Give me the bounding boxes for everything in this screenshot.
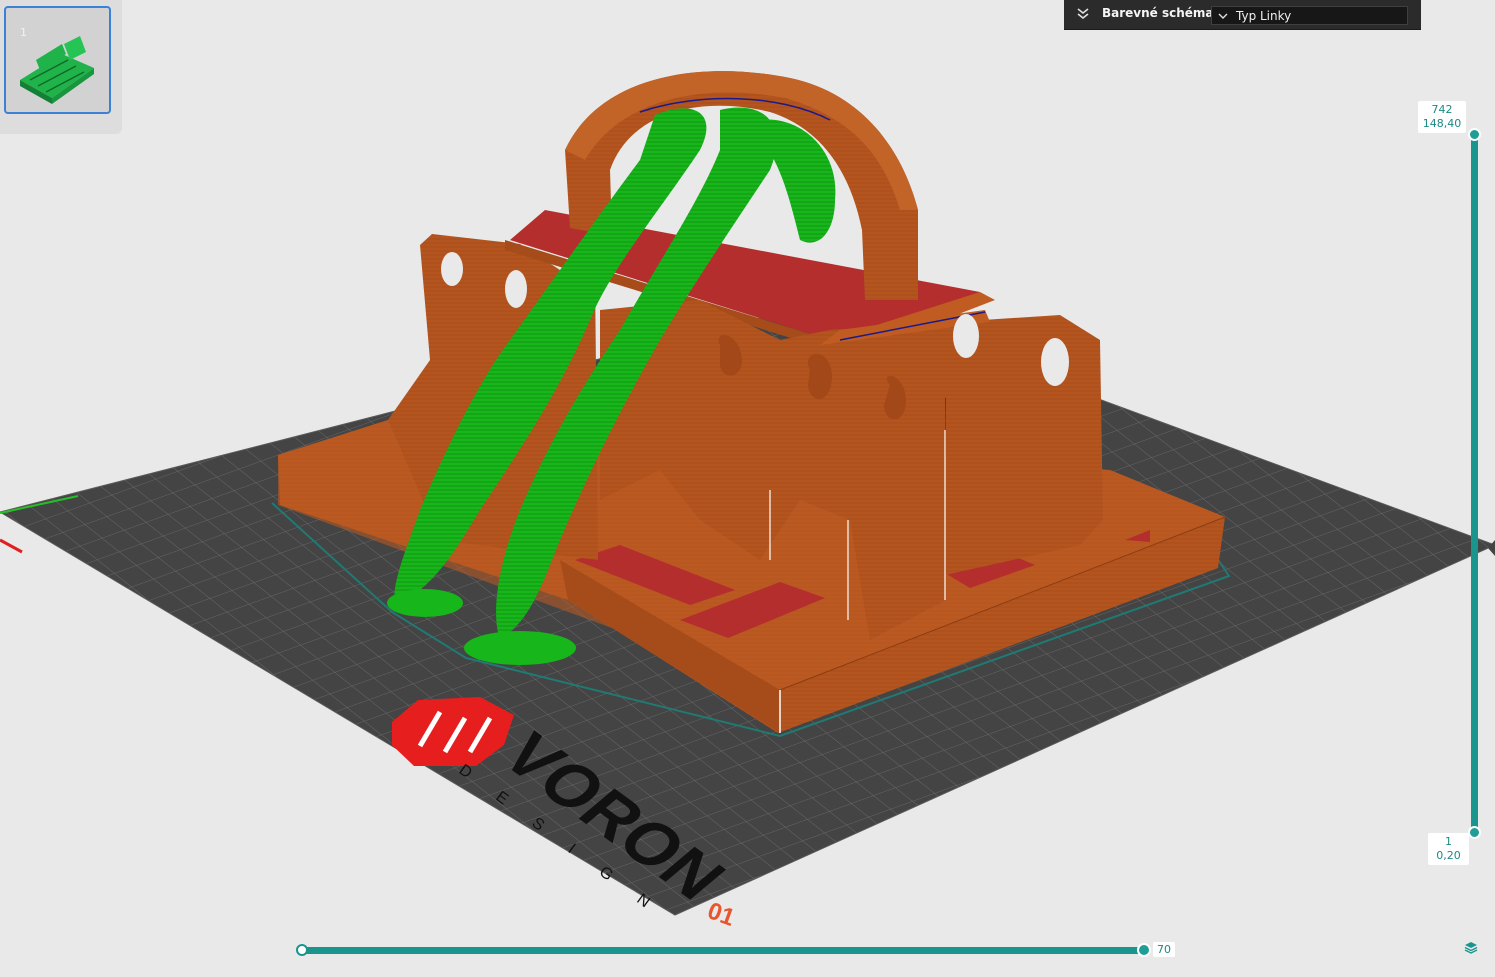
top-layer-number: 742 xyxy=(1431,103,1453,116)
object-preview-icon xyxy=(20,36,94,104)
plate-number: 01 xyxy=(704,897,738,932)
move-slider-track[interactable] xyxy=(300,947,1144,954)
move-slider-value: 70 xyxy=(1153,942,1175,957)
chevron-left-icon xyxy=(1488,540,1495,556)
bottom-layer-height: 0,20 xyxy=(1436,849,1461,862)
top-layer-label: 742 148,40 xyxy=(1418,101,1466,133)
scene-canvas[interactable]: VORON DESIGN 01 xyxy=(0,0,1495,973)
layer-slider-bottom-handle[interactable] xyxy=(1468,826,1481,839)
color-scheme-label: Barevné schéma xyxy=(1102,6,1214,20)
color-scheme-panel: Barevné schéma Typ Linky xyxy=(1064,0,1421,30)
top-layer-height: 148,40 xyxy=(1422,117,1462,130)
object-index: 1 xyxy=(20,26,27,39)
layer-slider-track[interactable] xyxy=(1471,133,1478,833)
chevron-down-icon xyxy=(1218,13,1228,19)
bottom-layer-label: 1 0,20 xyxy=(1428,833,1469,865)
bottom-layer-number: 1 xyxy=(1445,835,1452,848)
double-chevron-down-icon[interactable] xyxy=(1075,7,1091,21)
move-slider-handle[interactable] xyxy=(1137,943,1151,957)
layers-icon[interactable] xyxy=(1464,940,1478,954)
move-slider-start xyxy=(296,944,308,956)
object-thumbnail[interactable]: 1 xyxy=(4,6,111,114)
object-list-panel: 1 xyxy=(0,0,122,134)
color-scheme-select[interactable]: Typ Linky xyxy=(1211,6,1408,25)
layer-slider-top-handle[interactable] xyxy=(1468,128,1481,141)
color-scheme-value: Typ Linky xyxy=(1236,9,1292,23)
3d-viewport[interactable]: VORON DESIGN 01 xyxy=(0,0,1495,973)
